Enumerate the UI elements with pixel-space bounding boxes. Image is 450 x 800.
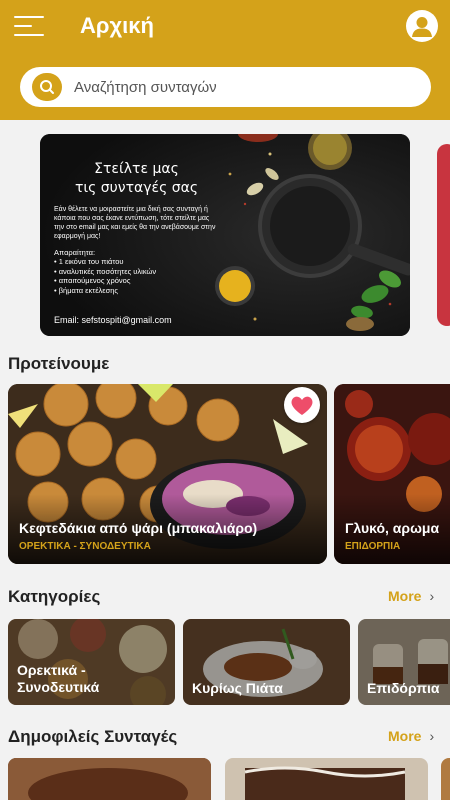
search-bar [20,67,431,107]
category-label: Επιδόρπια [367,680,439,697]
banner-title: Στείλτε μας τις συνταγές σας [54,160,219,198]
banner-text: Στείλτε μας τις συνταγές σας Εάν θέλετε … [54,160,219,295]
banner-requirements-list: 1 εικόνα του πιάτου αναλυτικές ποσότητες… [54,257,219,295]
more-label: More [388,728,422,744]
list-item: απαιτούμενος χρόνος [54,276,219,286]
category-label-line2: Συνοδευτικά [17,679,100,695]
next-banner-peek[interactable] [437,144,450,326]
popular-recipe-card[interactable] [8,758,211,800]
recipe-image [225,758,428,800]
list-item: βήματα εκτέλεσης [54,286,219,296]
page-title: Αρχική [80,13,154,38]
popular-more-link[interactable]: More › [388,728,434,744]
recipe-name: Κεφτεδάκια από ψάρι (μπακαλιάρο) [19,520,258,536]
popular-recipe-card-peek[interactable] [441,758,450,800]
banner-requirements-label: Απαραίτητα: [54,248,96,257]
banner-title-line2: τις συνταγές σας [74,180,199,196]
recipe-card[interactable]: Γλυκό, αρωμα ΕΠΙΔΟΡΠΙΑ [334,384,450,564]
recipe-category: ΟΡΕΚΤΙΚΑ - ΣΥΝΟΔΕΥΤΙΚΑ [19,541,151,552]
category-card-desserts[interactable]: Επιδόρπια [358,619,450,705]
categories-more-link[interactable]: More › [388,588,434,604]
banner-body: Εάν θέλετε να μοιραστείτε μια δική σας σ… [54,206,216,240]
category-label-line1: Κυρίως Πιάτα [192,680,283,696]
banner-title-line1: Στείλτε μας [94,161,179,177]
recipe-category: ΕΠΙΔΟΡΠΙΑ [345,541,401,552]
chevron-right-icon: › [429,588,435,604]
list-item: αναλυτικές ποσότητες υλικών [54,267,219,277]
category-card-main-dishes[interactable]: Κυρίως Πιάτα [183,619,350,705]
popular-section-title: Δημοφιλείς Συνταγές [8,727,178,746]
category-label: Κυρίως Πιάτα [192,680,283,697]
search-input[interactable] [72,73,412,101]
more-label: More [388,588,422,604]
recommended-section-title: Προτείνουμε [8,354,110,373]
banner-email: Email: sefstospiti@gmail.com [54,315,172,325]
recipe-image [8,758,211,800]
list-item: 1 εικόνα του πιάτου [54,257,219,267]
recipe-name: Γλυκό, αρωμα [345,520,440,536]
app-header: Αρχική [0,0,450,120]
category-label: Ορεκτικά - Συνοδευτικά [17,662,99,696]
category-label-line1: Επιδόρπια [367,680,440,696]
hamburger-menu-icon[interactable] [14,14,46,38]
recipe-card[interactable]: Κεφτεδάκια από ψάρι (μπακαλιάρο) ΟΡΕΚΤΙΚ… [8,384,327,564]
user-account-icon[interactable] [406,10,438,42]
category-card-appetizers[interactable]: Ορεκτικά - Συνοδευτικά [8,619,175,705]
categories-section-title: Κατηγορίες [8,587,101,606]
promo-banner-send-recipes[interactable]: Στείλτε μας τις συνταγές σας Εάν θέλετε … [40,134,410,336]
search-icon[interactable] [32,73,62,101]
popular-recipe-card[interactable] [225,758,428,800]
favorite-heart-icon[interactable] [284,387,320,423]
chevron-right-icon: › [429,728,435,744]
category-label-line1: Ορεκτικά - [17,662,86,678]
